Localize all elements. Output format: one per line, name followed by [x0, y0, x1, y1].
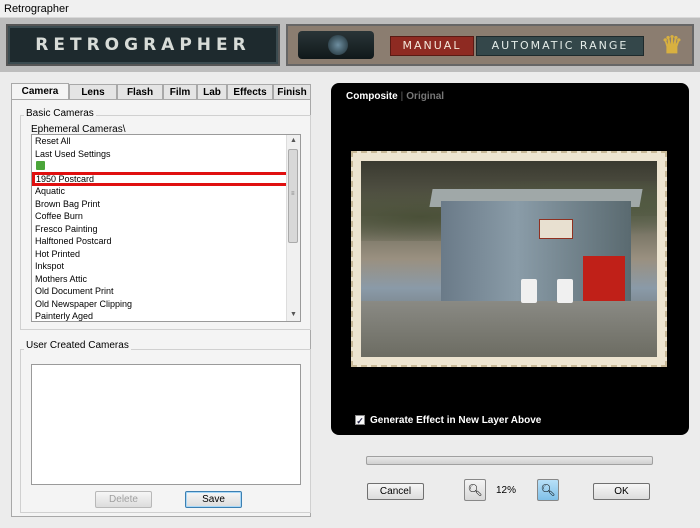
scroll-up-icon[interactable]: ▲	[287, 135, 300, 147]
logo-text: RETROGRAPHER	[35, 35, 251, 55]
generate-layer-label: Generate Effect in New Layer Above	[370, 415, 542, 426]
banner: RETROGRAPHER MANUAL AUTOMATIC RANGE ♛	[0, 18, 700, 72]
list-item[interactable]: Mothers Attic	[32, 273, 300, 286]
preview-image	[351, 151, 667, 367]
camera-list[interactable]: Reset All Last Used Settings 1950 Postca…	[31, 134, 301, 322]
logo: RETROGRAPHER	[6, 24, 280, 66]
vertical-scrollbar[interactable]: ▲ ≡ ▼	[286, 135, 300, 321]
list-item[interactable]: Painterly Aged	[32, 310, 300, 321]
tab-film[interactable]: Film	[163, 84, 197, 99]
list-item-selected[interactable]: 1950 Postcard	[32, 171, 289, 186]
mode-selector: MANUAL AUTOMATIC RANGE ♛	[286, 24, 694, 66]
tab-flash[interactable]: Flash	[117, 84, 163, 99]
list-item[interactable]: Last Used Settings	[32, 148, 300, 161]
progress-bar	[366, 456, 653, 465]
green-square-icon	[36, 161, 45, 170]
preview-tabs: Composite | Original	[346, 91, 445, 102]
crown-icon: ♛	[661, 30, 683, 59]
window-title: Retrographer	[0, 0, 700, 18]
basic-cameras-label: Basic Cameras	[24, 108, 96, 119]
composite-tab[interactable]: Composite	[346, 91, 398, 102]
original-tab[interactable]: Original	[406, 91, 444, 102]
user-cameras-label: User Created Cameras	[24, 340, 131, 351]
zoom-level: 12%	[496, 485, 517, 496]
zoom-out-icon[interactable]: 🔍︎	[464, 479, 486, 501]
list-item[interactable]: Brown Bag Print	[32, 198, 300, 211]
tab-lens[interactable]: Lens	[69, 84, 117, 99]
checkmark-icon[interactable]: ✓	[355, 415, 365, 426]
list-item[interactable]: Inkspot	[32, 260, 300, 273]
scroll-down-icon[interactable]: ▼	[287, 309, 300, 321]
zoom-in-icon[interactable]: 🔍︎	[537, 479, 559, 501]
list-item[interactable]: Coffee Burn	[32, 210, 300, 223]
list-item[interactable]: Aquatic	[32, 185, 300, 198]
cancel-button[interactable]: Cancel	[367, 483, 424, 500]
generate-layer-checkbox[interactable]: ✓ Generate Effect in New Layer Above	[355, 415, 541, 426]
list-item[interactable]: Old Document Print	[32, 285, 300, 298]
user-camera-list[interactable]	[31, 364, 301, 485]
list-item[interactable]	[32, 160, 300, 173]
save-button[interactable]: Save	[185, 491, 242, 508]
tab-finish[interactable]: Finish	[273, 84, 311, 99]
delete-button[interactable]: Delete	[95, 491, 152, 508]
list-item[interactable]: Halftoned Postcard	[32, 235, 300, 248]
list-item[interactable]: Fresco Painting	[32, 223, 300, 236]
list-item[interactable]: Hot Printed	[32, 248, 300, 261]
camera-graphic-icon	[298, 31, 374, 59]
ok-button[interactable]: OK	[593, 483, 650, 500]
tab-effects[interactable]: Effects	[227, 84, 273, 99]
automatic-range-button[interactable]: AUTOMATIC RANGE	[476, 36, 644, 56]
preview-panel: Composite | Original	[331, 83, 689, 435]
scroll-thumb[interactable]: ≡	[288, 149, 298, 243]
list-item[interactable]: Reset All	[32, 135, 300, 148]
list-item[interactable]: Old Newspaper Clipping	[32, 298, 300, 311]
manual-button[interactable]: MANUAL	[390, 36, 474, 56]
tab-camera[interactable]: Camera	[11, 83, 69, 100]
tab-lab[interactable]: Lab	[197, 84, 227, 99]
